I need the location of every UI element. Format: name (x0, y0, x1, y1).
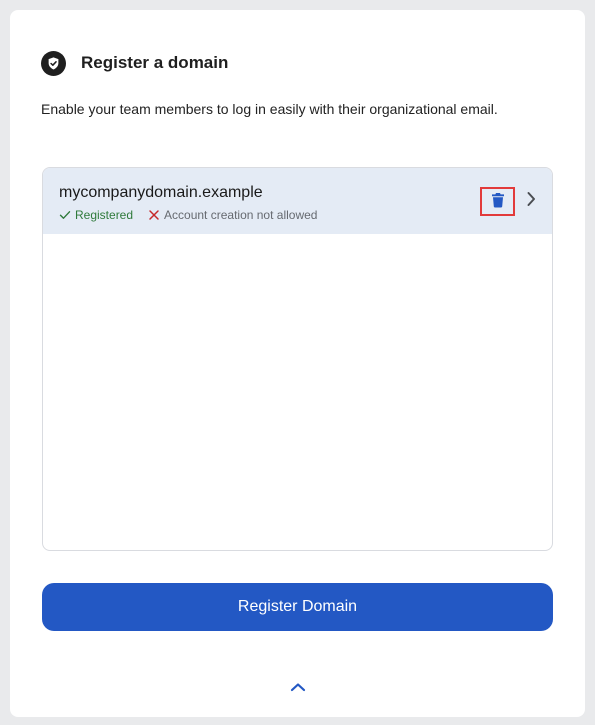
card-header: Register a domain (41, 50, 228, 76)
delete-domain-button[interactable] (480, 187, 515, 216)
chevron-up-icon (290, 679, 306, 697)
registered-status-label: Registered (75, 208, 134, 222)
domain-name: mycompanydomain.example (59, 184, 263, 201)
domain-list-item[interactable]: mycompanydomain.example Registered Accou… (43, 168, 552, 234)
description-text: Enable your team members to log in easil… (41, 101, 498, 117)
page-title: Register a domain (81, 53, 229, 72)
account-creation-status-label: Account creation not allowed (164, 208, 318, 222)
checkmark-icon (59, 209, 71, 221)
shield-check-icon (41, 50, 66, 76)
domain-status-line: Registered Account creation not allowed (59, 208, 317, 222)
chevron-right-icon (526, 191, 536, 212)
register-domain-card: Register a domain Enable your team membe… (10, 10, 585, 717)
register-domain-button[interactable]: Register Domain (42, 583, 553, 631)
account-creation-status: Account creation not allowed (148, 208, 317, 222)
cross-icon (148, 209, 160, 221)
trash-icon (491, 192, 505, 211)
registered-status: Registered (59, 208, 133, 222)
open-domain-button[interactable] (521, 190, 541, 212)
domain-list: mycompanydomain.example Registered Accou… (42, 167, 553, 551)
collapse-button[interactable] (287, 680, 309, 696)
